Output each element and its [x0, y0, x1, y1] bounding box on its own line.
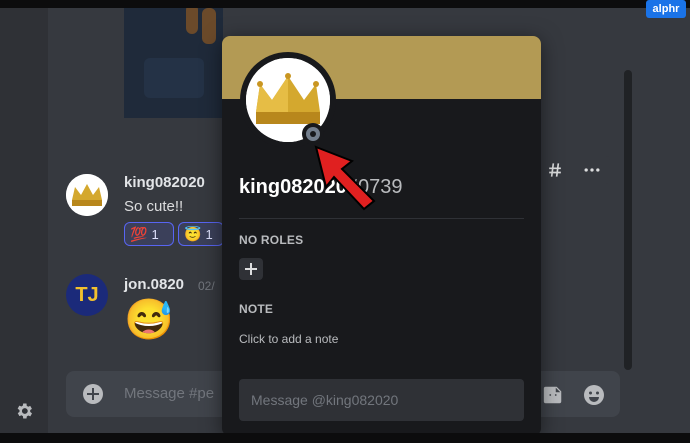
divider [239, 218, 524, 219]
add-role-button[interactable] [239, 258, 263, 280]
message-input-placeholder: Message #pe [124, 385, 215, 402]
attachment-image[interactable] [124, 8, 223, 118]
plus-icon [245, 263, 257, 275]
profile-message-placeholder: Message @king082020 [251, 392, 399, 408]
hundred-emoji-icon: 💯 [130, 225, 148, 242]
gear-icon [17, 403, 32, 418]
profile-message-input[interactable]: Message @king082020 [239, 379, 524, 421]
roles-heading: NO ROLES [239, 233, 304, 247]
note-input[interactable]: Click to add a note [239, 332, 338, 346]
add-attachment-button[interactable] [83, 384, 103, 404]
discord-app: king082020 So cute!! 💯 1 😇 1 TJ jon.0820… [0, 8, 690, 433]
reaction-count: 1 [205, 226, 213, 242]
offline-status-icon [306, 127, 320, 141]
message-username[interactable]: jon.0820 [124, 276, 184, 293]
message-username[interactable]: king082020 [124, 174, 205, 191]
more-icon[interactable] [582, 160, 602, 180]
avatar[interactable] [66, 174, 108, 216]
note-heading: NOTE [239, 302, 274, 316]
avatar[interactable]: TJ [66, 274, 108, 316]
crown-avatar-icon [66, 174, 108, 216]
status-indicator [302, 123, 324, 145]
reaction-hundred[interactable]: 💯 1 [124, 222, 174, 246]
reaction-count: 1 [151, 226, 159, 242]
message-hover-toolbar [536, 156, 610, 184]
scrollbar[interactable] [624, 70, 632, 370]
window-top-bar [0, 0, 690, 8]
sticker-icon[interactable] [542, 384, 564, 406]
threads-icon[interactable] [545, 160, 565, 180]
left-rail [0, 8, 48, 433]
emoji-icon[interactable] [582, 383, 606, 407]
watermark-logo: alphr [646, 0, 686, 18]
reaction-innocent[interactable]: 😇 1 [178, 222, 224, 246]
avatar-initials: TJ [75, 283, 99, 306]
innocent-emoji-icon: 😇 [184, 225, 202, 242]
user-profile-popout: king082020#0739 NO ROLES NOTE Click to a… [222, 36, 541, 433]
message-timestamp: 02/ [198, 279, 215, 293]
message-emoji: 😅 [124, 298, 174, 342]
window-bottom-bar [0, 433, 690, 443]
user-settings-button[interactable] [0, 388, 48, 433]
plus-icon [87, 388, 99, 400]
red-arrow-icon [314, 145, 376, 211]
message-text: So cute!! [124, 198, 184, 215]
